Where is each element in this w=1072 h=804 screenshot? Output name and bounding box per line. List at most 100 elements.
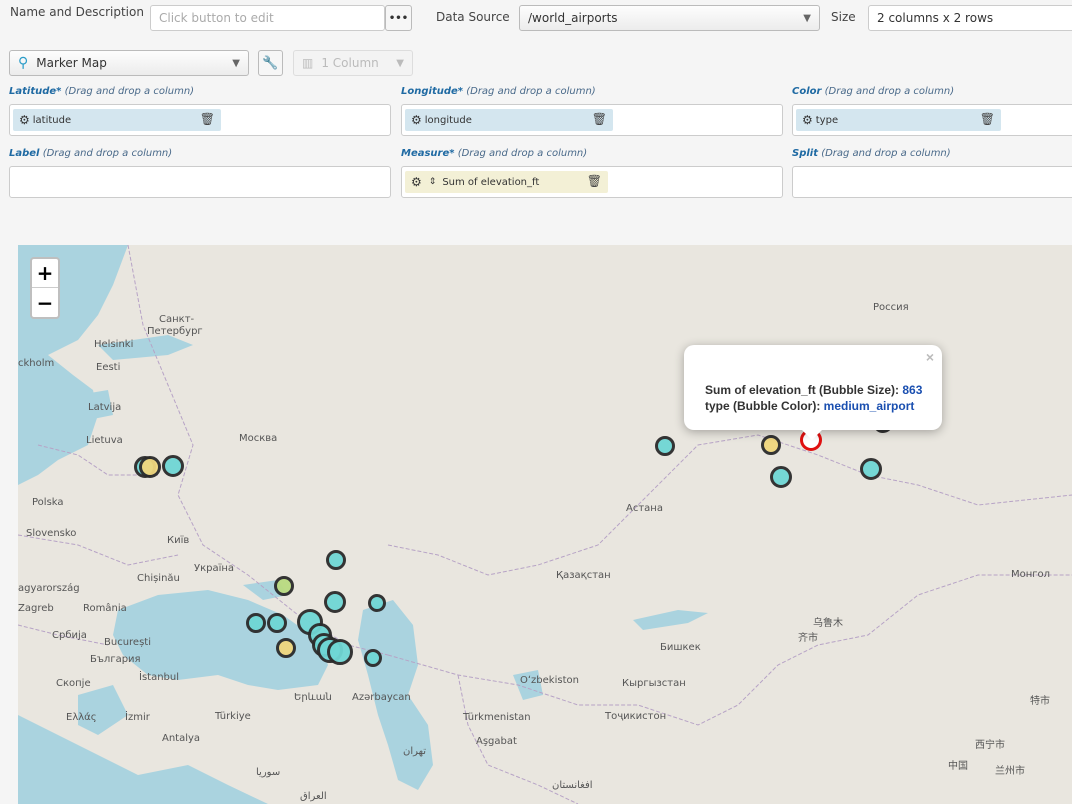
airport-marker[interactable] (274, 576, 294, 596)
columns-icon: ▥ (302, 56, 314, 70)
airport-marker[interactable] (770, 466, 792, 488)
aegean (78, 685, 128, 735)
place-label: Aşgabat (476, 736, 517, 747)
place-label: العراق (300, 791, 327, 802)
place-label: Azərbaycan (352, 692, 411, 703)
place-label: Санкт- (159, 314, 195, 325)
latitude-dropzone[interactable]: ⚙ latitude 🗑 (9, 104, 391, 136)
trash-icon[interactable]: 🗑 (980, 112, 995, 126)
datasource-label: Data Source (436, 10, 510, 24)
color-field-header: Color (Drag and drop a column) (792, 86, 955, 97)
marker-popup: × Sum of elevation_ft (Bubble Size): 863… (684, 345, 942, 440)
place-label: Қазақстан (556, 570, 611, 581)
datasource-select[interactable]: /world_airports ▼ (519, 5, 820, 31)
airport-marker[interactable] (139, 456, 161, 478)
measure-dropzone[interactable]: ⚙ ⇕ Sum of elevation_ft 🗑 (401, 166, 783, 198)
airport-marker[interactable] (655, 436, 675, 456)
place-label: Oʻzbekiston (520, 675, 579, 686)
gear-icon[interactable]: ⚙ (411, 113, 422, 127)
popup-color-line: type (Bubble Color): medium_airport (705, 399, 915, 413)
airport-marker[interactable] (162, 455, 184, 477)
place-label: Zagreb (18, 603, 54, 614)
place-label: Москва (239, 433, 278, 444)
longitude-dropzone[interactable]: ⚙ longitude 🗑 (401, 104, 783, 136)
place-label: تهران (403, 746, 427, 757)
place-label: Polska (32, 497, 64, 508)
wrench-icon: 🔧 (262, 55, 279, 71)
color-pill[interactable]: ⚙ type 🗑 (796, 109, 1001, 131)
place-label: 齐市 (798, 633, 818, 644)
longitude-pill[interactable]: ⚙ longitude 🗑 (405, 109, 613, 131)
close-icon[interactable]: × (926, 349, 934, 365)
place-label: سوريا (256, 767, 281, 778)
place-label: Latvija (88, 402, 122, 413)
sort-icon[interactable]: ⇕ (429, 177, 437, 187)
place-label: 中国 (948, 761, 968, 772)
longitude-field-header: Longitude* (Drag and drop a column) (401, 86, 596, 97)
place-label: Петербург (147, 326, 203, 337)
popup-tip (802, 430, 822, 440)
zoom-out-button[interactable]: − (32, 288, 58, 317)
measure-pill[interactable]: ⚙ ⇕ Sum of elevation_ft 🗑 (405, 171, 608, 193)
balkhash-lake (633, 610, 708, 630)
split-dropzone[interactable] (792, 166, 1072, 198)
place-label: agyarország (18, 583, 80, 594)
place-label: Србија (52, 630, 87, 641)
airport-marker[interactable] (276, 638, 296, 658)
size-input[interactable]: 2 columns x 2 rows (868, 5, 1072, 31)
place-label: 乌鲁木 (813, 618, 843, 629)
trash-icon[interactable]: 🗑 (200, 112, 215, 126)
place-label: İstanbul (139, 672, 180, 683)
popup-measure-line: Sum of elevation_ft (Bubble Size): 863 (705, 383, 923, 397)
place-label: Кыргызстан (622, 678, 686, 689)
airport-marker[interactable] (246, 613, 266, 633)
gear-icon[interactable]: ⚙ (411, 175, 422, 189)
zoom-in-button[interactable]: + (32, 259, 58, 288)
place-label: Тоҷикистон (605, 711, 667, 722)
gear-icon[interactable]: ⚙ (19, 113, 30, 127)
measure-field-header: Measure* (Drag and drop a column) (401, 148, 588, 159)
place-label: Chișinău (137, 573, 180, 584)
place-label: Київ (167, 535, 190, 546)
name-input[interactable]: Click button to edit (150, 5, 385, 31)
airport-marker[interactable] (267, 613, 287, 633)
color-dropzone[interactable]: ⚙ type 🗑 (792, 104, 1072, 136)
split-field-header: Split (Drag and drop a column) (792, 148, 951, 159)
marker-map[interactable]: Россия Санкт- Петербург Helsinki ckholm Eesti… (18, 245, 1072, 804)
place-label: Eesti (96, 362, 121, 373)
airport-marker[interactable] (860, 458, 882, 480)
airport-marker[interactable] (324, 591, 346, 613)
airport-marker[interactable] (326, 550, 346, 570)
label-dropzone[interactable] (9, 166, 391, 198)
gear-icon[interactable]: ⚙ (802, 113, 813, 127)
place-label: Україна (194, 563, 235, 574)
zoom-control[interactable]: + − (30, 257, 60, 319)
size-label: Size (831, 10, 856, 24)
chevron-down-icon: ▼ (803, 12, 811, 24)
place-label: Ελλάς (66, 712, 97, 723)
trash-icon[interactable]: 🗑 (587, 174, 602, 188)
place-label: Монгол (1011, 569, 1051, 580)
airport-marker[interactable] (368, 594, 386, 612)
airport-marker[interactable] (364, 649, 382, 667)
latitude-pill[interactable]: ⚙ latitude 🗑 (13, 109, 221, 131)
airport-marker[interactable] (761, 435, 781, 455)
place-label: România (83, 603, 127, 614)
place-label: Slovensko (26, 528, 77, 539)
edit-name-button[interactable]: ••• (385, 5, 412, 31)
place-label: България (90, 654, 141, 665)
trash-icon[interactable]: 🗑 (592, 112, 607, 126)
place-label: Lietuva (86, 435, 123, 446)
settings-button[interactable]: 🔧 (258, 50, 283, 76)
place-label: ckholm (18, 358, 55, 369)
name-label: Name and Description (10, 5, 144, 19)
place-label: Երևան (294, 692, 332, 703)
place-label: Helsinki (94, 339, 134, 350)
place-label: Türkmenistan (463, 712, 531, 723)
place-label: İzmir (125, 712, 150, 723)
chart-type-select[interactable]: ⚲ Marker Map ▼ (9, 50, 249, 76)
latitude-field-header: Latitude* (Drag and drop a column) (9, 86, 195, 97)
airport-marker[interactable] (327, 639, 353, 665)
label-field-header: Label (Drag and drop a column) (9, 148, 173, 159)
place-label: Астана (626, 503, 663, 514)
